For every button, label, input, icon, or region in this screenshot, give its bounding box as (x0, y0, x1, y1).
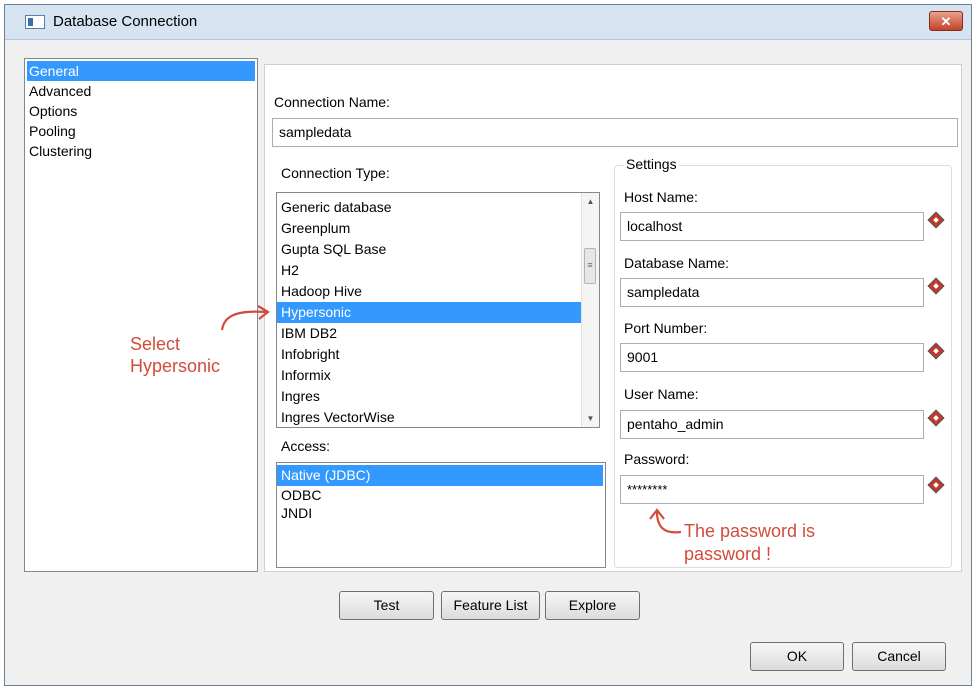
ok-button[interactable]: OK (750, 642, 844, 671)
window-title: Database Connection (53, 13, 198, 30)
user-name-label: User Name: (624, 386, 699, 402)
connection-type-list[interactable]: Generic database Greenplum Gupta SQL Bas… (276, 192, 600, 428)
nav-item-options[interactable]: Options (25, 101, 257, 121)
port-number-label: Port Number: (624, 320, 708, 336)
annotation-select-line1: Select (130, 334, 181, 354)
user-name-input[interactable]: pentaho_admin (620, 410, 924, 439)
close-button[interactable]: ✕ (929, 11, 963, 31)
list-item[interactable]: Infobright (277, 344, 599, 365)
list-item[interactable]: Ingres (277, 386, 599, 407)
list-item[interactable]: ODBC (277, 486, 605, 504)
list-item-selected[interactable]: Hypersonic (277, 302, 581, 323)
connection-type-scrollbar[interactable]: ▲ ≡ ▼ (581, 193, 599, 427)
scroll-thumb[interactable]: ≡ (584, 248, 596, 284)
annotation-select-line2: Hypersonic (130, 356, 221, 376)
scroll-up-icon[interactable]: ▲ (582, 193, 599, 210)
list-item[interactable]: Informix (277, 365, 599, 386)
password-label: Password: (624, 451, 690, 467)
access-list[interactable]: Native (JDBC) ODBC JNDI (276, 462, 606, 568)
explore-button[interactable]: Explore (545, 591, 640, 620)
access-label: Access: (281, 438, 331, 454)
cancel-button[interactable]: Cancel (852, 642, 946, 671)
title-bar: Database Connection ✕ (5, 5, 971, 40)
nav-item-advanced[interactable]: Advanced (25, 81, 257, 101)
feature-list-button[interactable]: Feature List (441, 591, 540, 620)
settings-legend: Settings (624, 156, 679, 172)
password-input[interactable]: ******** (620, 475, 924, 504)
test-button[interactable]: Test (339, 591, 434, 620)
nav-item-general[interactable]: General (27, 61, 255, 81)
nav-item-pooling[interactable]: Pooling (25, 121, 257, 141)
nav-item-clustering[interactable]: Clustering (25, 141, 257, 161)
annotation-arrow-icon (220, 305, 270, 331)
connection-name-label: Connection Name: (274, 94, 390, 110)
connection-type-label: Connection Type: (281, 165, 390, 181)
list-item[interactable]: IBM DB2 (277, 323, 599, 344)
list-item[interactable]: JNDI (277, 504, 605, 522)
annotation-arrow-icon (649, 508, 682, 534)
list-item[interactable]: Hadoop Hive (277, 281, 599, 302)
list-item[interactable]: Ingres VectorWise (277, 407, 599, 427)
host-name-label: Host Name: (624, 189, 698, 205)
window-icon (25, 15, 45, 29)
database-name-input[interactable]: sampledata (620, 278, 924, 307)
list-item[interactable]: Generic database (277, 197, 599, 218)
list-item-selected[interactable]: Native (JDBC) (277, 465, 603, 486)
database-name-label: Database Name: (624, 255, 730, 271)
list-item[interactable]: Gupta SQL Base (277, 239, 599, 260)
scroll-down-icon[interactable]: ▼ (582, 410, 599, 427)
annotation-password-line1: The password is (684, 521, 816, 541)
port-number-input[interactable]: 9001 (620, 343, 924, 372)
connection-name-input[interactable]: sampledata (272, 118, 958, 147)
list-item[interactable]: H2 (277, 260, 599, 281)
annotation-password-line2: password ! (684, 544, 772, 564)
list-item[interactable]: Greenplum (277, 218, 599, 239)
host-name-input[interactable]: localhost (620, 212, 924, 241)
